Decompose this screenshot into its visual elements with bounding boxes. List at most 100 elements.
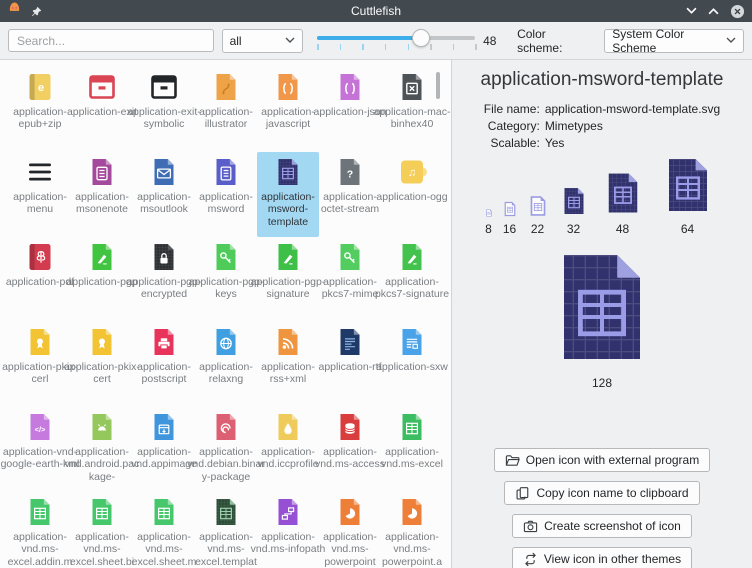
application-vnd-ms-access-icon [334,411,366,443]
preview-size-label: 128 [592,376,612,390]
details-panel: application-msword-template File name:ap… [452,60,752,568]
slider-tick [317,44,319,50]
screenshot-button[interactable]: Create screenshot of icon [512,514,692,538]
application-illustrator-icon [210,71,242,103]
application-menu-icon [24,156,56,188]
icon-grid: eapplication-epub+zipapplication-exitapp… [0,60,451,568]
preview-size-label: 22 [531,222,544,236]
application-vnd-ms-excel-templat-icon [210,496,242,528]
scrollbar-thumb[interactable] [436,72,440,99]
preview-size-22: 22 [527,195,549,236]
copy-icon [515,486,530,501]
close-button[interactable] [730,4,745,19]
application-vnd-google-earth-kml-icon: </> [24,411,56,443]
search-input[interactable] [8,29,214,52]
slider-handle[interactable] [412,29,430,47]
pin-icon[interactable] [31,6,42,17]
svg-text:?: ? [347,169,353,181]
icon-grid-panel: eapplication-epub+zipapplication-exitapp… [0,60,452,568]
application-exit-icon [86,71,118,103]
application-epub-zip-icon: e [24,71,56,103]
copy-name-button[interactable]: Copy icon name to clipboard [504,481,699,505]
application-vnd-ms-infopath-icon [272,496,304,528]
template-preview-icon [599,169,647,217]
folder-open-icon [505,453,520,468]
field-value: Mimetypes [545,119,720,133]
application-postscript-icon [148,326,180,358]
open-external-button[interactable]: Open icon with external program [494,448,710,472]
action-buttons: Open icon with external program Copy icon… [494,448,710,568]
preview-size-label: 64 [681,222,694,236]
selected-icon-title: application-msword-template [481,69,724,91]
application-msword-template-icon [272,156,304,188]
action-button-label: Copy icon name to clipboard [536,486,688,500]
preview-size-label: 48 [616,222,629,236]
application-pkcs7-signature-icon [396,241,428,273]
grid-item-application-vnd-ms-excel[interactable]: application-vnd.ms-excel [381,407,443,492]
field-label: File name: [484,102,540,116]
preview-size-label: 32 [567,222,580,236]
action-button-label: View icon in other themes [544,552,681,566]
grid-item-application-ogg[interactable]: ♫application-ogg [381,152,443,237]
category-filter-value: all [230,34,242,48]
application-msonenote-icon [86,156,118,188]
toolbar: all 48 Color scheme: System Color Scheme [0,22,752,60]
preview-size-32: 32 [558,185,590,236]
grid-item-application-vnd-ms-excel-templat[interactable]: application-vnd.ms-excel.templat [195,492,257,568]
icon-label: application-ogg [373,191,452,203]
grid-item-application-vnd-ms-powerpoint-a[interactable]: application-vnd.ms-powerpoint.a [381,492,443,568]
application-json-icon [334,71,366,103]
chevron-down-icon [285,37,295,44]
application-octet-stream-icon: ? [334,156,366,188]
category-filter-dropdown[interactable]: all [222,29,304,53]
preview-size-128: 128 [538,243,666,390]
grid-item-application-pkcs7-signature[interactable]: application-pkcs7-signature [381,237,443,322]
icon-label: application-pkcs7-signature [373,276,452,301]
window-title: Cuttlefish [0,4,752,18]
titlebar: Cuttlefish [0,0,752,22]
application-pkcs7-mime-icon [334,241,366,273]
svg-text:e: e [38,82,44,94]
view-themes-button[interactable]: View icon in other themes [512,547,692,568]
preview-large: 128 [538,243,666,390]
template-preview-icon [558,185,590,217]
size-slider[interactable] [317,28,475,54]
field-label: Category: [484,119,540,133]
template-preview-icon [485,209,493,217]
preview-size-48: 48 [599,169,647,236]
cuttlefish-window: Cuttlefish all 48 Color scheme: System C… [0,0,752,568]
slider-fill [317,36,421,40]
template-preview-icon [502,201,518,217]
application-vnd-ms-powerpoint-icon [334,496,366,528]
action-button-label: Open icon with external program [526,453,699,467]
slider-tick [340,44,342,50]
application-vnd-ms-excel-icon [396,411,428,443]
preview-size-64: 64 [656,153,720,236]
color-scheme-dropdown[interactable]: System Color Scheme [604,29,744,53]
application-vnd-ms-excel-addin-m-icon [24,496,56,528]
application-ogg-icon: ♫ [396,156,428,188]
slider-tick [430,44,432,50]
application-pgp-encrypted-icon [148,241,180,273]
theme-switch-icon [523,552,538,567]
slider-tick [453,44,455,50]
svg-text:</>: </> [35,425,46,434]
preview-row: 81622324864 [485,153,720,236]
application-pgp-keys-icon [210,241,242,273]
slider-tick [362,44,364,50]
minimize-button[interactable] [686,7,697,15]
application-sxw-icon [396,326,428,358]
application-pkix-cerl-icon [24,326,56,358]
application-vnd-iccprofile-icon [272,411,304,443]
chevron-down-icon [726,37,736,44]
grid-item-application-mac-binhex40[interactable]: application-mac-binhex40 [381,67,443,152]
application-vnd-android-package-icon [86,411,118,443]
icon-label: application-sxw [373,361,452,373]
slider-tick [475,44,477,50]
preview-size-label: 16 [503,222,516,236]
app-icon [7,1,22,21]
maximize-button[interactable] [708,7,719,15]
grid-item-application-sxw[interactable]: application-sxw [381,322,443,407]
action-button-label: Create screenshot of icon [544,519,681,533]
svg-text:♫: ♫ [408,167,416,179]
